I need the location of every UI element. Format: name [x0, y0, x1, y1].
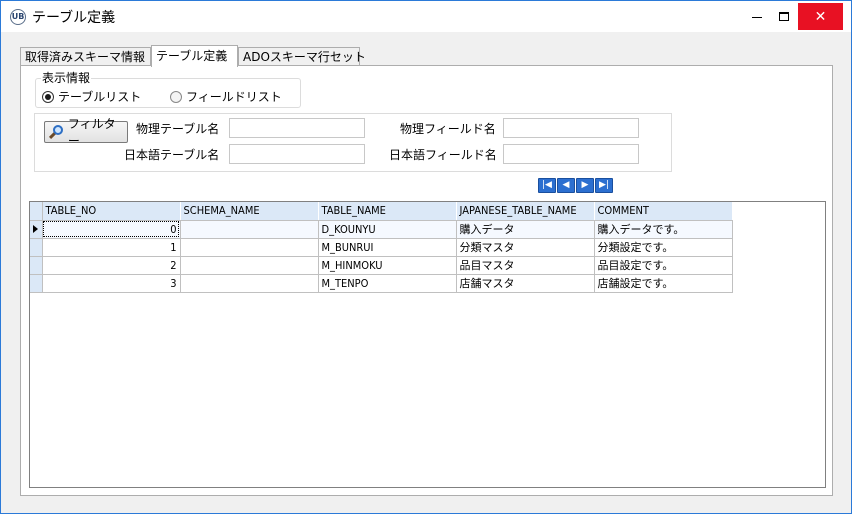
grid-header-row: TABLE_NO SCHEMA_NAME TABLE_NAME JAPANESE… [30, 202, 733, 221]
table-row[interactable]: 1 M_BUNRUI 分類マスタ 分類設定です。 [30, 238, 733, 257]
close-icon: ✕ [814, 8, 827, 25]
cell-schema-name[interactable] [180, 238, 319, 257]
display-info-group: 表示情報 テーブルリスト フィールドリスト [35, 72, 301, 108]
cell-table-name[interactable]: M_HINMOKU [318, 256, 457, 275]
radio-field-list[interactable]: フィールドリスト [170, 88, 282, 105]
search-icon [48, 124, 66, 140]
cell-schema-name[interactable] [180, 220, 319, 239]
cell-comment[interactable]: 品目設定です。 [594, 256, 733, 275]
japanese-field-label: 日本語フィールド名 [389, 148, 497, 162]
row-header[interactable] [30, 274, 43, 293]
column-header-comment[interactable]: COMMENT [594, 202, 733, 221]
tab-schema-info[interactable]: 取得済みスキーマ情報 [20, 47, 151, 67]
cell-schema-name[interactable] [180, 256, 319, 275]
tab-panel: 表示情報 テーブルリスト フィールドリスト フィルター 物理テーブル名 日本語テ… [20, 65, 833, 496]
radio-field-list-label: フィールドリスト [186, 90, 282, 104]
physical-table-label: 物理テーブル名 [136, 122, 220, 136]
filter-button-label: フィルター [67, 117, 116, 148]
japanese-table-label: 日本語テーブル名 [124, 148, 220, 162]
tab-ado-schema-rowset[interactable]: ADOスキーマ行セット [238, 47, 366, 67]
row-header[interactable] [30, 238, 43, 257]
current-row-icon [33, 225, 38, 233]
cell-table-name[interactable]: M_BUNRUI [318, 238, 457, 257]
main-window: UB テーブル定義 ✕ 取得済みスキーマ情報 テーブル定義 ADOスキーマ行セッ… [0, 0, 852, 514]
cell-table-no[interactable]: 1 [42, 238, 181, 257]
cell-comment[interactable]: 分類設定です。 [594, 238, 733, 257]
cell-schema-name[interactable] [180, 274, 319, 293]
cell-japanese-table-name[interactable]: 店舗マスタ [456, 274, 595, 293]
row-header-corner [30, 202, 43, 221]
cell-japanese-table-name[interactable]: 購入データ [456, 220, 595, 239]
radio-checked-icon[interactable] [42, 90, 54, 103]
prev-record-icon[interactable]: ◀ [557, 178, 575, 193]
physical-field-input[interactable] [503, 118, 639, 138]
column-header-japanese-table-name[interactable]: JAPANESE_TABLE_NAME [456, 202, 595, 221]
title-bar[interactable]: UB テーブル定義 ✕ [1, 1, 851, 32]
first-record-icon[interactable]: |◀ [538, 178, 556, 193]
row-header[interactable] [30, 256, 43, 275]
cell-table-name[interactable]: M_TENPO [318, 274, 457, 293]
cell-table-no[interactable]: 2 [42, 256, 181, 275]
cell-comment[interactable]: 店舗設定です。 [594, 274, 733, 293]
record-navigator: |◀ ◀ ▶ ▶| [538, 178, 613, 193]
column-header-table-no[interactable]: TABLE_NO [42, 202, 181, 221]
radio-table-list-label: テーブルリスト [58, 90, 142, 104]
japanese-field-input[interactable] [503, 144, 639, 164]
row-header[interactable] [30, 220, 43, 239]
data-grid-table: TABLE_NO SCHEMA_NAME TABLE_NAME JAPANESE… [30, 202, 733, 293]
cell-comment[interactable]: 購入データです。 [594, 220, 733, 239]
cell-japanese-table-name[interactable]: 品目マスタ [456, 256, 595, 275]
cell-table-no[interactable]: 3 [42, 274, 181, 293]
radio-unchecked-icon[interactable] [170, 90, 182, 103]
close-button[interactable]: ✕ [798, 3, 843, 30]
window-title: テーブル定義 [32, 10, 116, 26]
table-row[interactable]: 2 M_HINMOKU 品目マスタ 品目設定です。 [30, 256, 733, 275]
tab-table-definition[interactable]: テーブル定義 [151, 45, 238, 67]
cell-japanese-table-name[interactable]: 分類マスタ [456, 238, 595, 257]
filter-group: フィルター 物理テーブル名 日本語テーブル名 物理フィールド名 日本語フィールド… [34, 113, 672, 172]
table-row[interactable]: 3 M_TENPO 店舗マスタ 店舗設定です。 [30, 274, 733, 293]
maximize-icon [779, 11, 789, 21]
column-header-schema-name[interactable]: SCHEMA_NAME [180, 202, 319, 221]
cell-table-no[interactable]: 0 [42, 220, 181, 239]
display-info-legend: 表示情報 [41, 71, 92, 85]
column-header-table-name[interactable]: TABLE_NAME [318, 202, 457, 221]
next-record-icon[interactable]: ▶ [576, 178, 594, 193]
data-grid[interactable]: TABLE_NO SCHEMA_NAME TABLE_NAME JAPANESE… [29, 201, 826, 488]
physical-table-input[interactable] [229, 118, 365, 138]
filter-button[interactable]: フィルター [44, 117, 128, 148]
cell-table-name[interactable]: D_KOUNYU [318, 220, 457, 239]
physical-field-label: 物理フィールド名 [400, 122, 496, 136]
radio-table-list[interactable]: テーブルリスト [42, 88, 141, 105]
last-record-icon[interactable]: ▶| [595, 178, 613, 193]
table-row[interactable]: 0 D_KOUNYU 購入データ 購入データです。 [30, 220, 733, 239]
japanese-table-input[interactable] [229, 144, 365, 164]
app-icon: UB [10, 9, 26, 25]
